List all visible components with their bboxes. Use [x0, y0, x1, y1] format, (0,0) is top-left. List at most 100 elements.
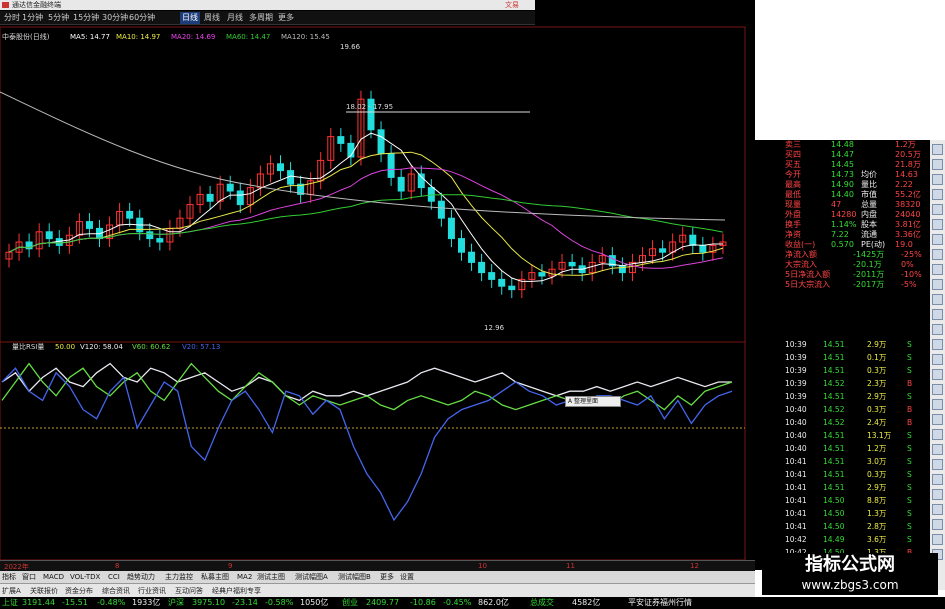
- tool-strip-button[interactable]: [932, 489, 943, 500]
- tab-private-main[interactable]: 私募主图: [201, 572, 229, 582]
- tick-volume: 3.6万: [867, 535, 887, 544]
- tick-price: 14.49: [823, 535, 845, 544]
- tool-strip-button[interactable]: [932, 279, 943, 290]
- tool-strip-button[interactable]: [932, 174, 943, 185]
- tool-strip-button[interactable]: [932, 534, 943, 545]
- quote-value: 14280: [831, 210, 857, 219]
- tab-settings[interactable]: 设置: [400, 572, 414, 582]
- tick-time: 10:41: [785, 509, 807, 518]
- quote-key: 换手: [785, 220, 801, 229]
- tool-strip-button[interactable]: [932, 144, 943, 155]
- menu-fund-distribution[interactable]: 资金分布: [65, 586, 93, 596]
- tool-strip-button[interactable]: [932, 474, 943, 485]
- tab-more[interactable]: 更多: [380, 572, 394, 582]
- menu-related-quote[interactable]: 关联报价: [30, 586, 58, 596]
- tick-row: 10:39 14.51 0.1万 S: [783, 353, 930, 363]
- tick-volume: 0.3万: [867, 405, 887, 414]
- ma120-label: MA120: 15.45: [281, 33, 330, 41]
- tool-strip-button[interactable]: [932, 399, 943, 410]
- tool-strip-button[interactable]: [932, 309, 943, 320]
- tab-test-main[interactable]: 测试主图: [257, 572, 285, 582]
- tab-ma2[interactable]: MA2: [237, 572, 252, 582]
- tool-strip-button[interactable]: [932, 234, 943, 245]
- sz-index: 3975.10: [192, 598, 226, 607]
- candle-body: [699, 244, 707, 253]
- tick-time: 10:39: [785, 379, 807, 388]
- tick-price: 14.52: [823, 379, 845, 388]
- tab-main-monitor[interactable]: 主力监控: [165, 572, 193, 582]
- tab-vol-tdx[interactable]: VOL-TDX: [70, 572, 100, 582]
- tool-strip-button[interactable]: [932, 189, 943, 200]
- tab-test-b[interactable]: 测试幅图B: [338, 572, 371, 582]
- right-tool-strip: [930, 140, 945, 590]
- tab-trend[interactable]: 趋势动力: [127, 572, 155, 582]
- menu-qa[interactable]: 互动问答: [175, 586, 203, 596]
- quote-row: 最低 14.40 市值 55.2亿: [783, 190, 930, 200]
- tool-strip-button[interactable]: [932, 504, 943, 515]
- quote-value: -1425万: [853, 250, 885, 259]
- quote-key: 5日净流入额: [785, 270, 831, 279]
- tick-time: 10:40: [785, 431, 807, 440]
- tick-side: B: [907, 379, 913, 388]
- tool-strip-button[interactable]: [932, 384, 943, 395]
- tick-row: 10:42 14.49 3.6万 S: [783, 535, 930, 545]
- tool-strip-button[interactable]: [932, 519, 943, 530]
- tab-macd[interactable]: MACD: [43, 572, 64, 582]
- tick-time: 10:39: [785, 392, 807, 401]
- menu-vip[interactable]: 经典户福利专享: [212, 586, 261, 596]
- menu-news[interactable]: 综合资讯: [102, 586, 130, 596]
- date-label: 12: [690, 562, 699, 570]
- total-name: 总成交: [530, 598, 554, 607]
- price-annotation: 19.66: [340, 43, 361, 51]
- cy-change: -10.86: [410, 598, 436, 607]
- tool-strip-button[interactable]: [932, 159, 943, 170]
- cy-name[interactable]: 创业: [342, 597, 358, 609]
- tab-window[interactable]: 窗口: [22, 572, 36, 582]
- quote-value: -2011万: [853, 270, 885, 279]
- indicator-name[interactable]: 量比RSI量: [12, 342, 44, 352]
- tool-strip-button[interactable]: [932, 249, 943, 260]
- quote-value2: -10%: [901, 270, 922, 279]
- ma-line: [8, 194, 723, 253]
- menu-industry-news[interactable]: 行业资讯: [138, 586, 166, 596]
- indicator-v50: 50.00: [55, 343, 76, 351]
- tool-strip-button[interactable]: [932, 444, 943, 455]
- tick-price: 14.51: [823, 392, 845, 401]
- quote-key: 最低: [785, 190, 801, 199]
- tool-strip-button[interactable]: [932, 264, 943, 275]
- sz-name[interactable]: 沪深: [168, 597, 184, 609]
- candle-body: [447, 217, 455, 240]
- tool-strip-button[interactable]: [932, 294, 943, 305]
- broker-label[interactable]: 平安证券福州行情: [628, 597, 692, 609]
- tool-strip-button[interactable]: [932, 414, 943, 425]
- tick-volume: 13.1万: [867, 431, 892, 440]
- quote-value: 1.14%: [831, 220, 857, 229]
- tool-strip-button[interactable]: [932, 369, 943, 380]
- ma5-label: MA5: 14.77: [70, 33, 110, 41]
- tool-strip-button[interactable]: [932, 219, 943, 230]
- tool-strip-button[interactable]: [932, 204, 943, 215]
- tool-strip-button[interactable]: [932, 459, 943, 470]
- tool-strip-button[interactable]: [932, 429, 943, 440]
- tab-test-a[interactable]: 测试幅图A: [295, 572, 328, 582]
- tick-side: S: [907, 535, 912, 544]
- tick-volume: 2.3万: [867, 379, 887, 388]
- tab-cci[interactable]: CCI: [108, 572, 120, 582]
- tool-strip-button[interactable]: [932, 339, 943, 350]
- tab-indicator[interactable]: 指标: [2, 572, 16, 582]
- candle-body: [488, 272, 496, 280]
- candle-body: [478, 261, 486, 274]
- quote-key: 最高: [785, 180, 801, 189]
- menu-ext-a[interactable]: 扩展A: [2, 586, 21, 596]
- kline-chart[interactable]: 19.6618.02 - 17.9512.9617.0016.5016.0015…: [0, 0, 755, 560]
- candle-body: [146, 231, 154, 240]
- tool-strip-button[interactable]: [932, 354, 943, 365]
- tool-strip-button[interactable]: [932, 324, 943, 335]
- quote-panel: 卖三 14.48 1.2万 买四 14.47 20.5万 买五 14.45 21.8万 今开 14.…: [783, 140, 930, 570]
- tick-time: 10:41: [785, 522, 807, 531]
- indicator-pane-frame: [0, 341, 746, 560]
- tick-row: 10:41 14.51 3.0万 S: [783, 457, 930, 467]
- quote-row: 净流入额 -1425万 -25%: [783, 250, 930, 260]
- sh-name[interactable]: 上证: [2, 597, 18, 609]
- candle-body: [337, 136, 345, 144]
